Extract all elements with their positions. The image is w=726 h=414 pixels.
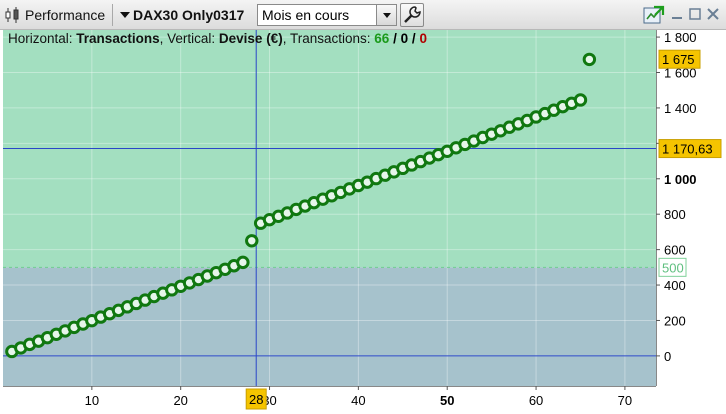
y-tick-label: 800: [664, 207, 686, 222]
crosshair-y-badge: 1 170,63: [662, 142, 713, 157]
y-tick-label: 1 400: [664, 101, 697, 116]
chart-info: Horizontal: Transactions, Vertical: Devi…: [8, 31, 427, 46]
x-tick-label: 20: [173, 393, 187, 408]
count-winning: 66: [374, 31, 390, 46]
transactions-label: Transactions:: [289, 31, 371, 46]
x-tick-label: 60: [529, 393, 543, 408]
y-tick-label: 1 800: [664, 30, 697, 45]
horizontal-value: Transactions: [76, 31, 160, 46]
x-tick-label: 10: [85, 393, 99, 408]
y-tick-label: 0: [664, 349, 671, 364]
period-select-value: Mois en cours: [262, 7, 350, 23]
performance-chart[interactable]: [3, 30, 656, 386]
x-tick-label: 50: [440, 393, 454, 408]
data-point[interactable]: [573, 93, 588, 107]
y-tick-label: 1 000: [664, 172, 697, 187]
crosshair-x-badge: 28: [249, 392, 263, 407]
instrument-name[interactable]: DAX30 Only0317: [133, 3, 244, 26]
horizontal-label: Horizontal:: [8, 31, 73, 46]
x-ticks: 10 20 30 40 50 60 70: [85, 386, 632, 408]
candlestick-icon[interactable]: [3, 3, 23, 26]
x-tick-label: 70: [618, 393, 632, 408]
export-chart-icon[interactable]: [642, 4, 666, 26]
minimize-icon[interactable]: [670, 7, 684, 21]
count-losing: 0: [419, 31, 427, 46]
x-axis[interactable]: 10 20 30 40 50 60 70 28: [0, 386, 656, 414]
vertical-label: Vertical:: [167, 31, 216, 46]
y-tick-label: 600: [664, 243, 686, 258]
data-point[interactable]: [245, 234, 259, 248]
period-select[interactable]: Mois en cours: [257, 4, 397, 26]
panel-title[interactable]: Performance: [25, 3, 105, 26]
y-ticks: 02004006008001 0001 2001 4001 6001 800: [656, 30, 697, 364]
separator-1: /: [393, 31, 397, 46]
maximize-icon[interactable]: [688, 7, 702, 21]
last-value-badge: 1 675: [662, 52, 695, 67]
y-tick-label: 400: [664, 278, 686, 293]
chevron-down-icon[interactable]: [376, 5, 396, 25]
data-point[interactable]: [582, 52, 597, 67]
close-icon[interactable]: [706, 7, 720, 21]
toolbar: Performance DAX30 Only0317 Mois en cours: [0, 0, 726, 30]
y-tick-label: 200: [664, 313, 686, 328]
y-axis[interactable]: 02004006008001 0001 2001 4001 6001 800 1…: [656, 30, 726, 414]
x-badges: 28: [245, 388, 267, 410]
threshold-badge: 500: [662, 260, 684, 275]
x-tick-label: 40: [351, 393, 365, 408]
toolbar-separator: [112, 4, 113, 26]
wrench-icon[interactable]: [400, 3, 424, 27]
vertical-value: Devise (€): [218, 31, 283, 46]
separator-2: /: [411, 31, 416, 46]
data-point[interactable]: [236, 255, 250, 270]
instrument-dropdown-icon[interactable]: [119, 3, 131, 26]
count-neutral: 0: [400, 31, 409, 46]
